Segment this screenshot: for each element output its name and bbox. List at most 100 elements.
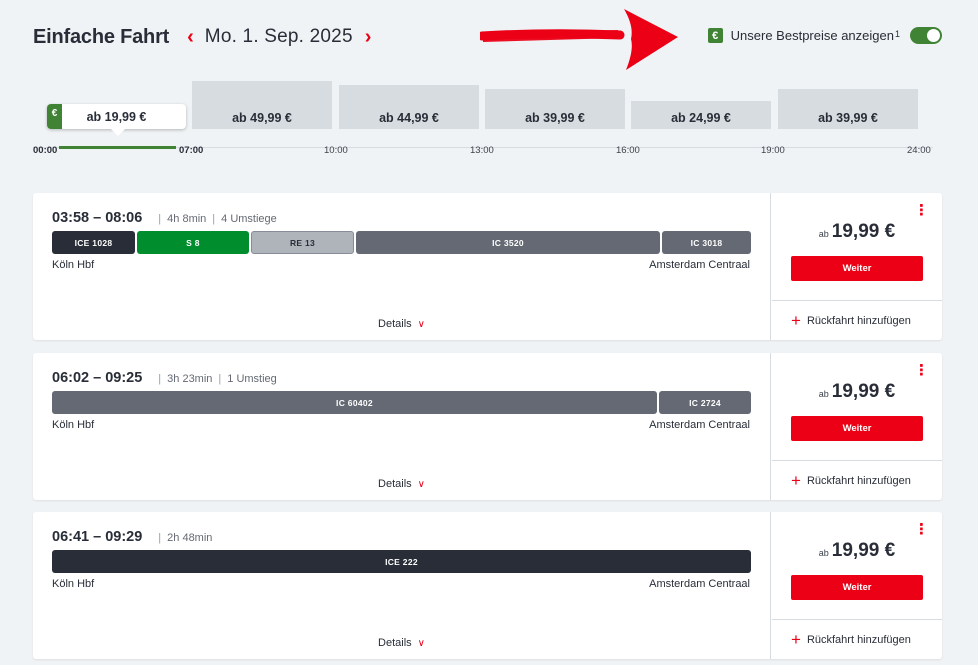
add-return-trip-button[interactable]: + Rückfahrt hinzufügen xyxy=(772,460,942,500)
price-prefix: ab xyxy=(818,548,829,558)
train-segment: RE 13 xyxy=(251,231,354,254)
journey-header: Einfache Fahrt ‹ Mo. 1. Sep. 2025 › xyxy=(33,24,371,50)
bestprice-label: Unsere Bestpreise anzeigen xyxy=(730,28,894,43)
trip-type-title: Einfache Fahrt xyxy=(33,25,170,48)
stations: Köln Hbf Amsterdam Centraal xyxy=(52,259,750,271)
annotation-arrow-icon xyxy=(480,9,678,70)
duration: 2h 48min xyxy=(167,532,213,544)
more-options-icon[interactable]: ⋮ xyxy=(914,363,929,378)
details-toggle[interactable]: Details ∨ xyxy=(33,318,770,330)
destination-station: Amsterdam Centraal xyxy=(649,419,750,431)
train-segment: IC 3018 xyxy=(662,231,751,254)
departure-arrival-time: 03:58 – 08:06 xyxy=(52,210,143,226)
price-bar-13-16[interactable]: ab 39,99 € xyxy=(485,89,625,129)
add-return-label: Rückfahrt hinzufügen xyxy=(806,633,911,646)
connection-times: 06:02 – 09:25 | 3h 23min | 1 Umstieg xyxy=(52,370,277,386)
train-segment: IC 60402 xyxy=(52,391,657,414)
duration: 3h 23min xyxy=(167,373,213,385)
connection-price: ab 19,99 € xyxy=(772,221,942,243)
price-bar-07-10[interactable]: ab 49,99 € xyxy=(192,81,332,129)
travel-date[interactable]: Mo. 1. Sep. 2025 xyxy=(205,26,353,48)
price-panel: ⋮ ab 19,99 € Weiter + Rückfahrt hinzufügen xyxy=(772,193,942,340)
connection-card: 06:02 – 09:25 | 3h 23min | 1 Umstieg IC 604… xyxy=(33,353,942,500)
plus-icon: + xyxy=(791,471,801,490)
price-bar-10-13[interactable]: ab 44,99 € xyxy=(339,85,479,129)
continue-button[interactable]: Weiter xyxy=(791,256,923,281)
price-bar-label: ab 24,99 € xyxy=(671,111,731,125)
chevron-down-icon: ∨ xyxy=(417,638,425,649)
stations: Köln Hbf Amsterdam Centraal xyxy=(52,578,750,590)
timeline-tick: 00:00 xyxy=(33,145,58,156)
chevron-down-icon: ∨ xyxy=(417,319,425,330)
connection-info: 06:41 – 09:29 | 2h 48min ICE 222 Köln Hbf… xyxy=(33,512,771,659)
timeline-selected-range xyxy=(59,146,176,149)
connection-meta: | 3h 23min | 1 Umstieg xyxy=(158,373,277,385)
continue-button[interactable]: Weiter xyxy=(791,575,923,600)
price-bar-label: ab 39,99 € xyxy=(818,111,878,125)
add-return-label: Rückfahrt hinzufügen xyxy=(806,314,911,327)
more-options-icon[interactable]: ⋮ xyxy=(914,203,929,218)
price-bar-00-07[interactable]: € ab 19,99 € xyxy=(47,104,186,136)
plus-icon: + xyxy=(791,630,801,649)
departure-arrival-time: 06:02 – 09:25 xyxy=(52,370,143,386)
connection-info: 06:02 – 09:25 | 3h 23min | 1 Umstieg IC 604… xyxy=(33,353,771,500)
destination-station: Amsterdam Centraal xyxy=(649,259,750,271)
details-label: Details xyxy=(378,478,412,490)
continue-button[interactable]: Weiter xyxy=(791,416,923,441)
connection-card: 03:58 – 08:06 | 4h 8min | 4 Umstiege ICE 10… xyxy=(33,193,942,340)
price-value: 19,99 € xyxy=(831,381,896,402)
bestprice-footnote: 1 xyxy=(894,28,900,39)
train-segments: IC 60402 IC 2724 xyxy=(52,391,751,414)
add-return-label: Rückfahrt hinzufügen xyxy=(806,474,911,487)
connection-price: ab 19,99 € xyxy=(772,540,942,562)
price-bar-pointer xyxy=(111,129,125,136)
transfers: 4 Umstiege xyxy=(221,213,277,225)
bestprice-toggle-row[interactable]: € Unsere Bestpreise anzeigen 1 xyxy=(707,27,942,44)
details-toggle[interactable]: Details ∨ xyxy=(33,478,770,490)
price-panel: ⋮ ab 19,99 € Weiter + Rückfahrt hinzufügen xyxy=(772,353,942,500)
connection-meta: | 4h 8min | 4 Umstiege xyxy=(158,213,277,225)
price-prefix: ab xyxy=(818,389,829,399)
origin-station: Köln Hbf xyxy=(52,259,95,271)
details-label: Details xyxy=(378,637,412,649)
train-segments: ICE 222 xyxy=(52,550,751,573)
price-bar-19-24[interactable]: ab 39,99 € xyxy=(778,89,918,129)
bestprice-euro-icon: € xyxy=(707,28,723,43)
timeline-tick: 13:00 xyxy=(470,145,494,156)
plus-icon: + xyxy=(791,311,801,330)
bestprice-toggle-switch[interactable] xyxy=(910,27,942,44)
destination-station: Amsterdam Centraal xyxy=(649,578,750,590)
origin-station: Köln Hbf xyxy=(52,419,95,431)
price-bar-16-19[interactable]: ab 24,99 € xyxy=(631,101,771,129)
connection-info: 03:58 – 08:06 | 4h 8min | 4 Umstiege ICE 10… xyxy=(33,193,771,340)
train-segment: IC 3520 xyxy=(356,231,660,254)
connection-meta: | 2h 48min xyxy=(158,532,213,544)
bestprice-euro-icon: € xyxy=(47,104,62,129)
details-label: Details xyxy=(378,318,412,330)
previous-day-chevron-icon[interactable]: ‹ xyxy=(187,27,194,47)
train-segment: IC 2724 xyxy=(659,391,751,414)
duration: 4h 8min xyxy=(167,213,207,225)
add-return-trip-button[interactable]: + Rückfahrt hinzufügen xyxy=(772,300,942,340)
price-bar-label: ab 39,99 € xyxy=(525,111,585,125)
add-return-trip-button[interactable]: + Rückfahrt hinzufügen xyxy=(772,619,942,659)
timeline-tick: 10:00 xyxy=(324,145,348,156)
price-prefix: ab xyxy=(818,229,829,239)
connection-card: 06:41 – 09:29 | 2h 48min ICE 222 Köln Hbf… xyxy=(33,512,942,659)
price-value: 19,99 € xyxy=(831,221,896,242)
departure-arrival-time: 06:41 – 09:29 xyxy=(52,529,143,545)
toggle-knob xyxy=(927,29,940,42)
price-value: 19,99 € xyxy=(831,540,896,561)
next-day-chevron-icon[interactable]: › xyxy=(365,27,372,47)
details-toggle[interactable]: Details ∨ xyxy=(33,637,770,649)
price-bar-label: ab 49,99 € xyxy=(232,111,292,125)
timeline-tick: 07:00 xyxy=(179,145,204,156)
price-panel: ⋮ ab 19,99 € Weiter + Rückfahrt hinzufügen xyxy=(772,512,942,659)
train-segments: ICE 1028 S 8 RE 13 IC 3520 IC 3018 xyxy=(52,231,751,254)
more-options-icon[interactable]: ⋮ xyxy=(914,522,929,537)
origin-station: Köln Hbf xyxy=(52,578,95,590)
price-bar-label: ab 19,99 € xyxy=(86,109,147,124)
train-segment: ICE 222 xyxy=(52,550,751,573)
connection-times: 03:58 – 08:06 | 4h 8min | 4 Umstiege xyxy=(52,210,277,226)
chevron-down-icon: ∨ xyxy=(417,479,425,490)
